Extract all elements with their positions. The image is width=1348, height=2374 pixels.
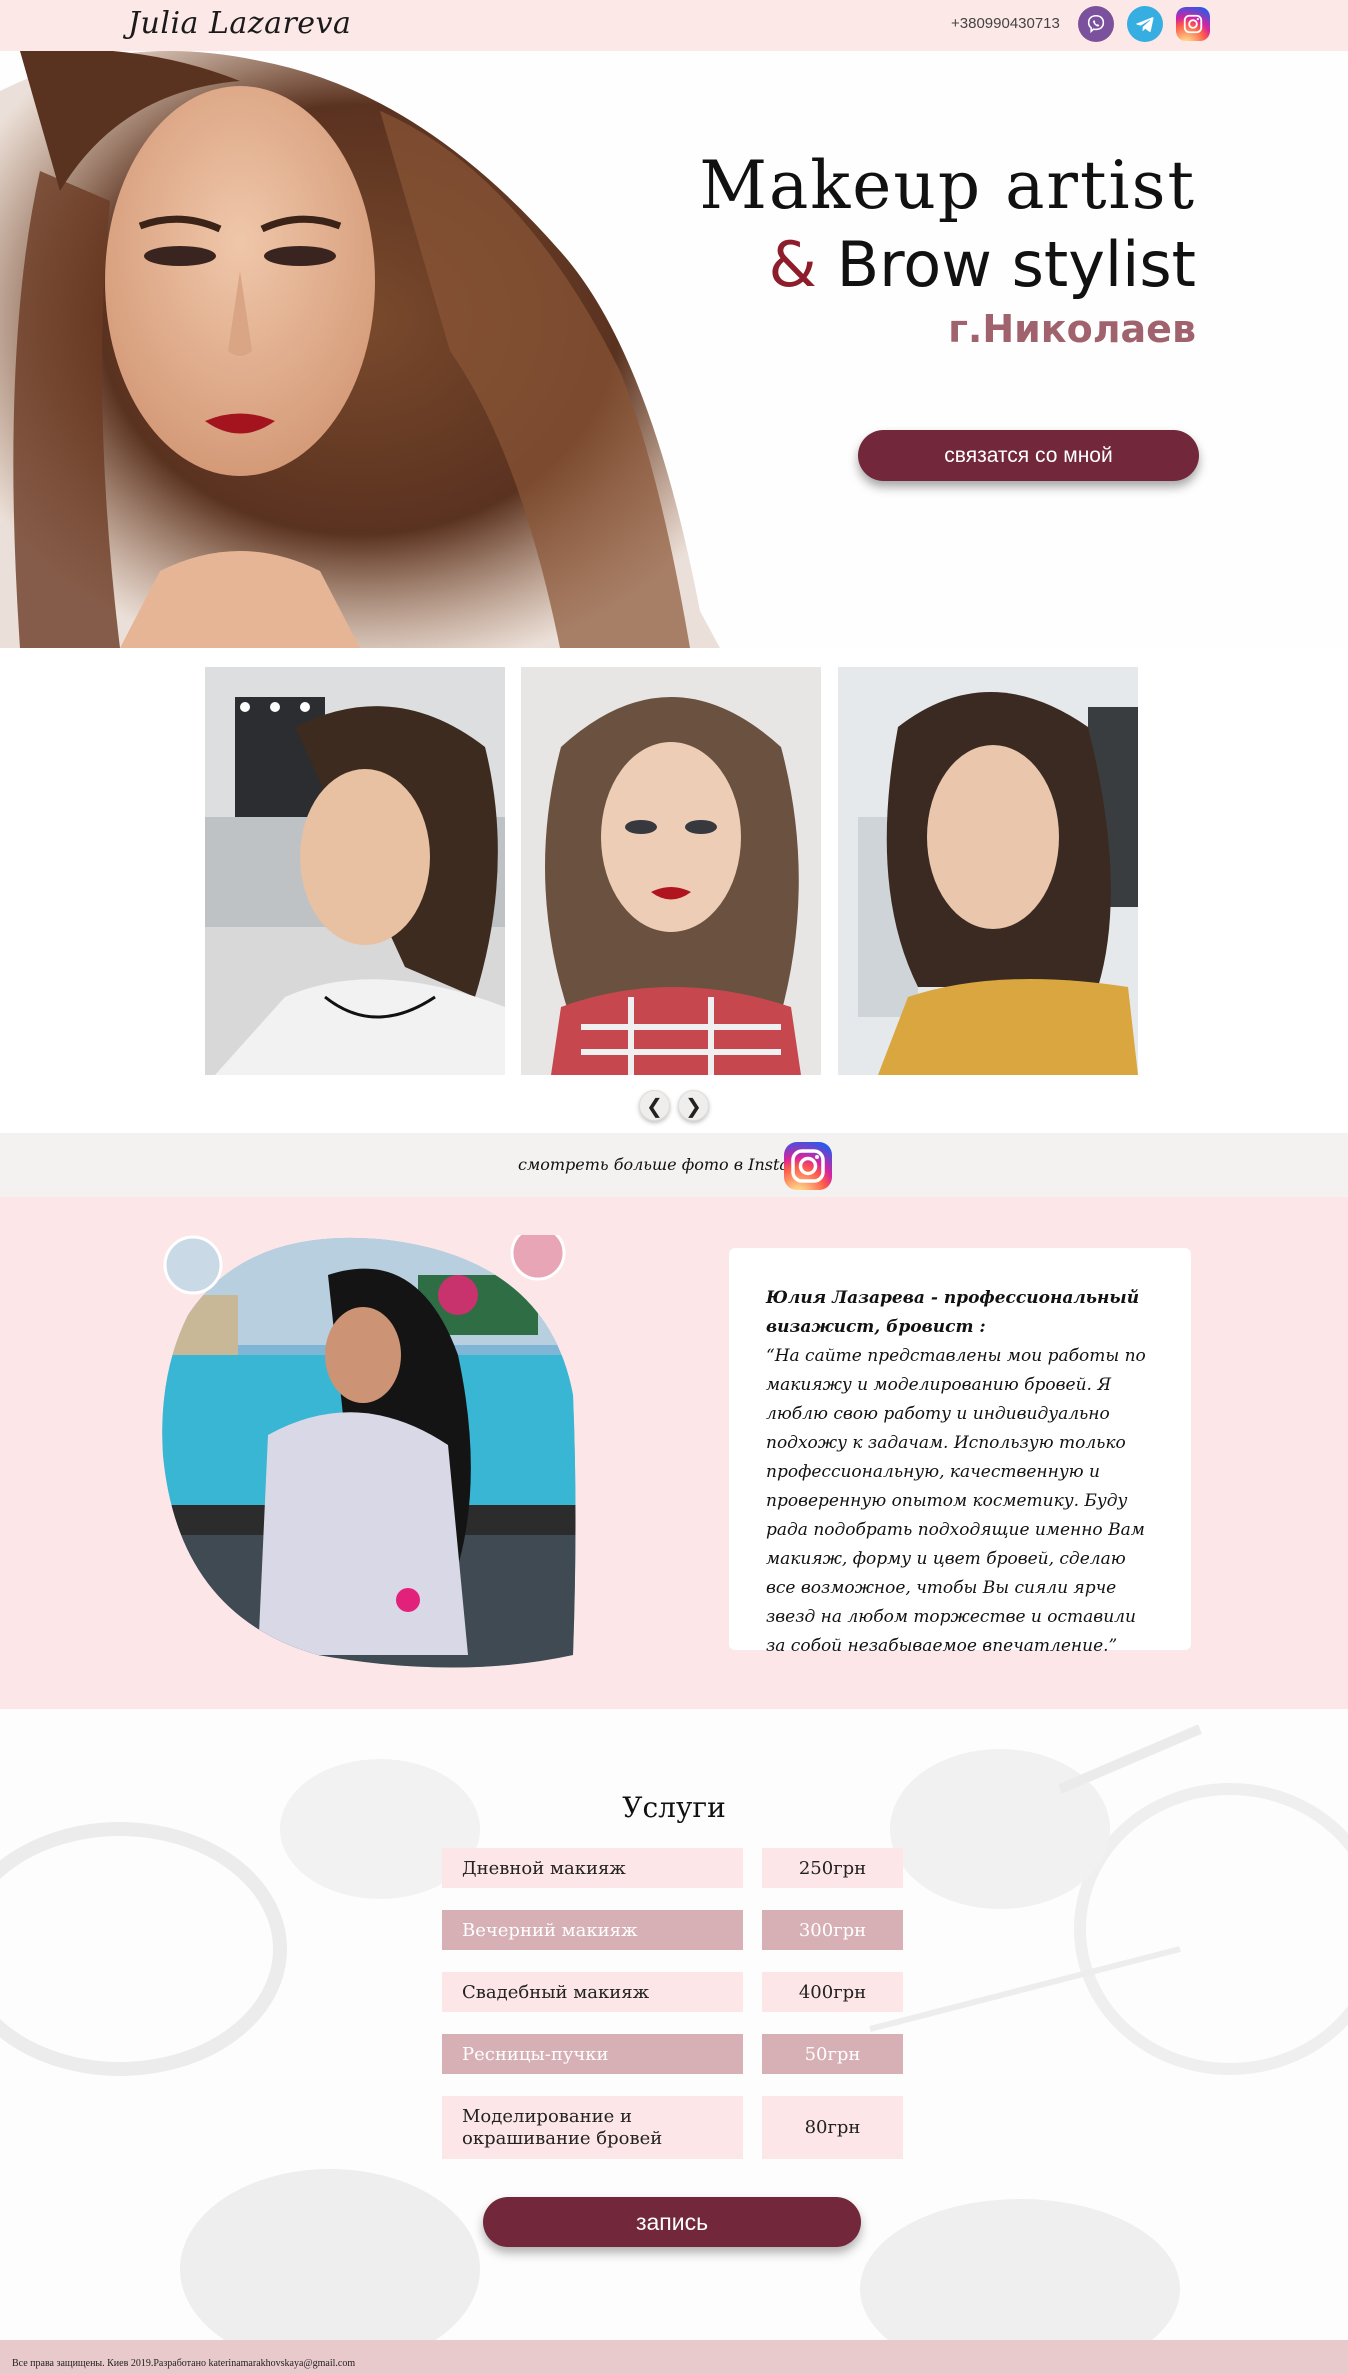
services-section: Услуги Дневной макияж 250грн Вечерний ма… — [0, 1709, 1348, 2340]
service-name: Ресницы-пучки — [442, 2034, 743, 2074]
hero-model-photo — [0, 51, 720, 648]
phone-number[interactable]: +380990430713 — [951, 15, 1060, 32]
footer-copyright: Все права защищены. Киев 2019.Разработан… — [12, 2358, 356, 2369]
hero-line-brow: & Brow stylist — [699, 228, 1196, 301]
instagram-icon[interactable] — [784, 1142, 832, 1190]
telegram-icon[interactable] — [1127, 6, 1163, 42]
service-name: Дневной макияж — [442, 1848, 743, 1888]
service-name: Моделирование и окрашивание бровей — [442, 2096, 743, 2159]
service-name: Вечерний макияж — [442, 1910, 743, 1950]
hero-brow-text: Brow stylist — [816, 228, 1196, 301]
service-price: 250грн — [762, 1848, 903, 1888]
instagram-strip: смотреть больше фото в Instagram — [0, 1133, 1348, 1197]
about-quote: “На сайте представлены мои работы по мак… — [766, 1346, 1146, 1656]
gallery-photo-3[interactable] — [838, 667, 1138, 1075]
service-name: Свадебный макияж — [442, 1972, 743, 2012]
hero-line-makeup: Makeup artist — [699, 147, 1196, 224]
hero-section: Makeup artist & Brow stylist г.Николаев … — [0, 51, 1348, 648]
artist-portrait — [162, 1235, 576, 1668]
gallery-photo-2[interactable] — [521, 667, 821, 1075]
service-price: 300грн — [762, 1910, 903, 1950]
book-button[interactable]: запись — [483, 2197, 861, 2247]
viber-icon[interactable] — [1078, 6, 1114, 42]
contact-me-button[interactable]: связатся со мной — [858, 430, 1199, 481]
gallery-next-button[interactable]: ❯ — [678, 1090, 709, 1121]
top-bar: Julia Lazareva +380990430713 — [0, 0, 1348, 51]
about-heading: Юлия Лазарева - профессиональный визажис… — [766, 1288, 1140, 1337]
hero-ampersand: & — [768, 228, 817, 301]
hero-city: г.Николаев — [948, 307, 1196, 351]
about-card: Юлия Лазарева - профессиональный визажис… — [729, 1248, 1191, 1656]
footer: Все права защищены. Киев 2019.Разработан… — [0, 2340, 1348, 2374]
service-price: 400грн — [762, 1972, 903, 2012]
site-logo[interactable]: Julia Lazareva — [128, 6, 351, 41]
gallery-photo-1[interactable] — [205, 667, 505, 1075]
about-section: Юлия Лазарева - профессиональный визажис… — [0, 1197, 1348, 1709]
service-price: 80грн — [762, 2096, 903, 2159]
gallery-prev-button[interactable]: ❮ — [639, 1090, 670, 1121]
hero-title: Makeup artist & Brow stylist г.Николаев — [699, 147, 1196, 351]
service-price: 50грн — [762, 2034, 903, 2074]
instagram-icon[interactable] — [1176, 7, 1210, 41]
services-title: Услуги — [622, 1791, 726, 1824]
